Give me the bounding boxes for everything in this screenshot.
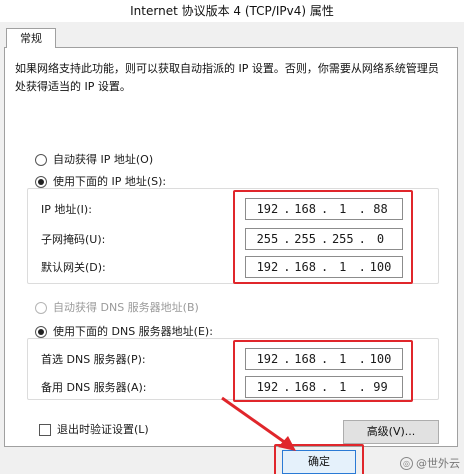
manual-dns-radio[interactable] [35, 326, 47, 338]
validate-on-exit-option[interactable]: 退出时验证设置(L) [39, 422, 149, 438]
general-panel: 如果网络支持此功能，则可以获取自动指派的 IP 设置。否则，你需要从网络系统管理… [4, 47, 458, 447]
watermark-text: @世外云 [416, 457, 460, 470]
validate-on-exit-checkbox[interactable] [39, 424, 51, 436]
auto-ip-label: 自动获得 IP 地址(O) [53, 153, 154, 166]
auto-ip-radio[interactable] [35, 154, 47, 166]
ip-address-input[interactable]: 192. 168. 1. 88 [245, 198, 403, 220]
subnet-mask-label: 子网掩码(U): [41, 233, 106, 246]
gateway-label: 默认网关(D): [41, 261, 106, 274]
watermark: ◎ @世外云 [400, 455, 460, 471]
manual-ip-radio[interactable] [35, 176, 47, 188]
tab-general[interactable]: 常规 [6, 28, 56, 48]
dialog-body: 常规 如果网络支持此功能，则可以获取自动指派的 IP 设置。否则，你需要从网络系… [0, 22, 464, 474]
advanced-button[interactable]: 高级(V)... [343, 420, 439, 444]
ip-address-label: IP 地址(I): [41, 203, 92, 216]
auto-dns-option[interactable]: 自动获得 DNS 服务器地址(B) [35, 300, 199, 316]
auto-dns-radio[interactable] [35, 302, 47, 314]
gateway-input[interactable]: 192. 168. 1. 100 [245, 256, 403, 278]
alternate-dns-label: 备用 DNS 服务器(A): [41, 381, 147, 394]
validate-on-exit-label: 退出时验证设置(L) [57, 423, 149, 436]
preferred-dns-input[interactable]: 192. 168. 1. 100 [245, 348, 403, 370]
window-title: Internet 协议版本 4 (TCP/IPv4) 属性 [0, 0, 464, 22]
ok-button[interactable]: 确定 [282, 450, 356, 474]
watermark-logo-icon: ◎ [400, 456, 413, 470]
preferred-dns-label: 首选 DNS 服务器(P): [41, 353, 146, 366]
auto-ip-option[interactable]: 自动获得 IP 地址(O) [35, 152, 153, 168]
alternate-dns-input[interactable]: 192. 168. 1. 99 [245, 376, 403, 398]
subnet-mask-input[interactable]: 255. 255. 255. 0 [245, 228, 403, 250]
auto-dns-label: 自动获得 DNS 服务器地址(B) [53, 301, 199, 314]
description-text: 如果网络支持此功能，则可以获取自动指派的 IP 设置。否则，你需要从网络系统管理… [15, 62, 439, 93]
